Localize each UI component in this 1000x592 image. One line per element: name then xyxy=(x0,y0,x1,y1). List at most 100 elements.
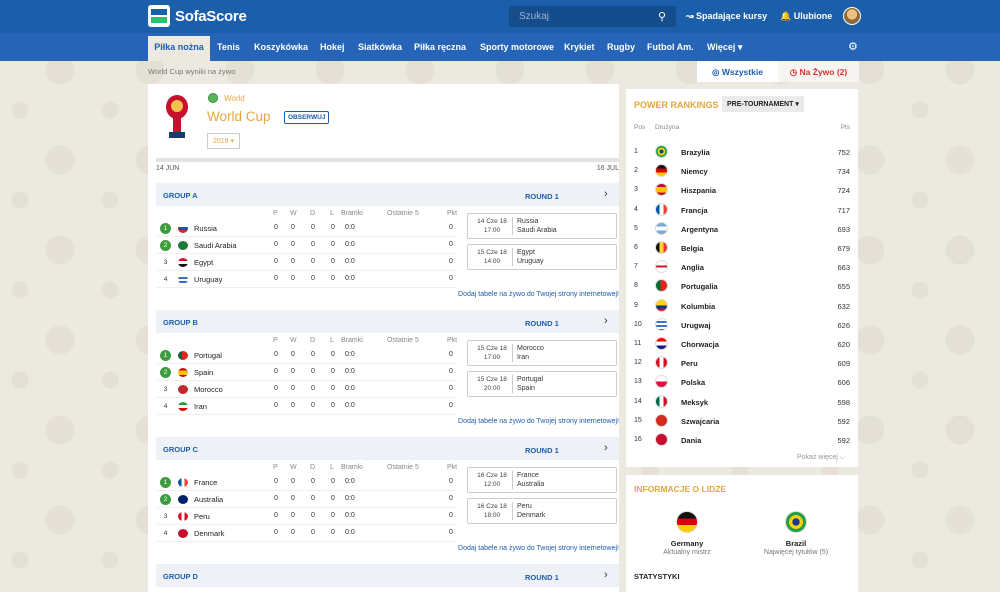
search-icon[interactable]: ⚲ xyxy=(658,10,666,23)
category-link[interactable]: World xyxy=(208,93,245,103)
ranking-row[interactable]: 1 Brazylia 752 xyxy=(626,142,858,161)
nav-krykiet[interactable]: Krykiet xyxy=(564,42,595,52)
draws: 0 xyxy=(311,512,315,519)
team-name[interactable]: Morocco xyxy=(194,385,223,394)
team-name[interactable]: Australia xyxy=(194,495,223,504)
table-row[interactable]: 2 Australia 0 0 0 0 0:0 0 xyxy=(156,491,456,508)
group-header[interactable]: GROUP D ROUND 1 › xyxy=(156,564,619,587)
team-flag-icon xyxy=(178,402,188,411)
show-more-link[interactable]: Pokaż więcej ⌵ xyxy=(797,454,845,462)
wins: 0 xyxy=(291,478,295,485)
chevron-right-icon[interactable]: › xyxy=(604,442,608,454)
round-label[interactable]: ROUND 1 xyxy=(525,192,559,201)
team-name[interactable]: France xyxy=(194,478,217,487)
match-card[interactable]: 15 Cze 18 20:00 Portugal Spain xyxy=(467,371,617,397)
team-flag-icon xyxy=(178,368,188,377)
ranking-row[interactable]: 5 Argentyna 693 xyxy=(626,219,858,238)
nav-hokej[interactable]: Hokej xyxy=(320,42,345,52)
group-header[interactable]: GROUP A ROUND 1 › xyxy=(156,183,619,206)
chevron-right-icon[interactable]: › xyxy=(604,315,608,327)
team-name[interactable]: Portugal xyxy=(194,351,222,360)
ranking-row[interactable]: 14 Meksyk 598 xyxy=(626,392,858,411)
search-input[interactable]: Szukaj ⚲ xyxy=(509,6,676,27)
nav-tenis[interactable]: Tenis xyxy=(217,42,240,52)
ranking-row[interactable]: 16 Dania 592 xyxy=(626,430,858,449)
nav-rugby[interactable]: Rugby xyxy=(607,42,635,52)
nav-siatkowka[interactable]: Siatkówka xyxy=(358,42,402,52)
ranking-row[interactable]: 10 Urugwaj 626 xyxy=(626,315,858,334)
season-select[interactable]: 2018 ▾ xyxy=(207,133,241,149)
embed-table-link[interactable]: Dodaj tabele na żywo do Twojej strony in… xyxy=(458,291,619,298)
ranking-row[interactable]: 12 Peru 609 xyxy=(626,353,858,372)
follow-button[interactable]: OBSERWUJ xyxy=(284,111,330,124)
rank-position: 10 xyxy=(634,320,642,328)
nav-koszykowka[interactable]: Koszykówka xyxy=(254,42,308,52)
table-row[interactable]: 1 Russia 0 0 0 0 0:0 0 xyxy=(156,220,456,237)
ranking-row[interactable]: 7 Anglia 663 xyxy=(626,257,858,276)
tab-live[interactable]: ◷ Na Żywo (2) xyxy=(778,61,859,82)
table-row[interactable]: 3 Morocco 0 0 0 0 0:0 0 xyxy=(156,381,456,398)
table-row[interactable]: 2 Spain 0 0 0 0 0:0 0 xyxy=(156,364,456,381)
team-name[interactable]: Denmark xyxy=(194,529,224,538)
team-name[interactable]: Spain xyxy=(194,368,213,377)
nav-pilka-nozna[interactable]: Piłka nożna xyxy=(148,36,210,61)
team-flag-icon xyxy=(178,495,188,504)
table-row[interactable]: 3 Peru 0 0 0 0 0:0 0 xyxy=(156,508,456,525)
avatar[interactable] xyxy=(843,7,861,25)
nav-sporty-motorowe[interactable]: Sporty motorowe xyxy=(480,42,554,52)
nav-pilka-reczna[interactable]: Piłka ręczna xyxy=(414,42,466,52)
match-time: 18:00 xyxy=(483,512,501,519)
draws: 0 xyxy=(311,495,315,502)
ranking-row[interactable]: 13 Polska 606 xyxy=(626,372,858,391)
match-card[interactable]: 15 Cze 18 14:00 Egypt Uruguay xyxy=(467,244,617,270)
team-name[interactable]: Saudi Arabia xyxy=(194,241,237,250)
table-row[interactable]: 2 Saudi Arabia 0 0 0 0 0:0 0 xyxy=(156,237,456,254)
most-titles-label: Najwięcej tytułów (5) xyxy=(763,549,829,556)
table-row[interactable]: 4 Denmark 0 0 0 0 0:0 0 xyxy=(156,525,456,542)
ranking-row[interactable]: 6 Belgia 679 xyxy=(626,238,858,257)
ranking-row[interactable]: 2 Niemcy 734 xyxy=(626,161,858,180)
round-label[interactable]: ROUND 1 xyxy=(525,319,559,328)
embed-table-link[interactable]: Dodaj tabele na żywo do Twojej strony in… xyxy=(458,545,619,552)
chevron-right-icon[interactable]: › xyxy=(604,188,608,200)
embed-table-link[interactable]: Dodaj tabele na żywo do Twojej strony in… xyxy=(458,418,619,425)
favorites-link[interactable]: 🔔 Ulubione xyxy=(780,11,832,22)
tab-all[interactable]: ◎ Wszystkie xyxy=(697,61,778,82)
nav-wiecej[interactable]: Więcej ▾ xyxy=(707,42,742,53)
ranking-row[interactable]: 9 Kolumbia 632 xyxy=(626,296,858,315)
logo[interactable]: SofaScore xyxy=(148,5,247,27)
team-name[interactable]: Russia xyxy=(194,224,217,233)
match-card[interactable]: 16 Cze 18 18:00 Peru Denmark xyxy=(467,498,617,524)
team-name[interactable]: Peru xyxy=(194,512,210,521)
ranking-row[interactable]: 8 Portugalia 655 xyxy=(626,276,858,295)
team-name[interactable]: Egypt xyxy=(194,258,213,267)
table-row[interactable]: 3 Egypt 0 0 0 0 0:0 0 xyxy=(156,254,456,271)
chevron-right-icon[interactable]: › xyxy=(604,569,608,581)
team-name[interactable]: Iran xyxy=(194,402,207,411)
match-card[interactable]: 16 Cze 18 12:00 France Australia xyxy=(467,467,617,493)
group-header[interactable]: GROUP C ROUND 1 › xyxy=(156,437,619,460)
table-row[interactable]: 1 Portugal 0 0 0 0 0:0 0 xyxy=(156,347,456,364)
round-label[interactable]: ROUND 1 xyxy=(525,573,559,582)
ranking-row[interactable]: 3 Hiszpania 724 xyxy=(626,180,858,199)
rankings-mode-select[interactable]: PRE-TOURNAMENT ▾ xyxy=(722,96,804,112)
table-row[interactable]: 4 Iran 0 0 0 0 0:0 0 xyxy=(156,398,456,415)
losses: 0 xyxy=(331,351,335,358)
ranking-row[interactable]: 4 Francja 717 xyxy=(626,200,858,219)
match-card[interactable]: 15 Cze 18 17:00 Morocco Iran xyxy=(467,340,617,366)
match-teams: Portugal Spain xyxy=(512,375,543,393)
team-name[interactable]: Uruguay xyxy=(194,275,222,284)
rank-position: 16 xyxy=(634,436,642,443)
gear-icon[interactable]: ⚙ xyxy=(848,40,858,53)
round-label[interactable]: ROUND 1 xyxy=(525,446,559,455)
ranking-row[interactable]: 15 Szwajcaria 592 xyxy=(626,411,858,430)
group-header[interactable]: GROUP B ROUND 1 › xyxy=(156,310,619,333)
rank-points: 693 xyxy=(837,224,850,234)
nav-futbol-am[interactable]: Futbol Am. xyxy=(647,42,694,52)
table-row[interactable]: 4 Uruguay 0 0 0 0 0:0 0 xyxy=(156,271,456,288)
table-row[interactable]: 1 France 0 0 0 0 0:0 0 xyxy=(156,474,456,491)
ranking-row[interactable]: 11 Chorwacja 620 xyxy=(626,334,858,353)
trending-odds-link[interactable]: ↝ Spadające kursy xyxy=(686,11,767,22)
match-card[interactable]: 14 Cze 18 17:00 Russia Saudi Arabia xyxy=(467,213,617,239)
wins: 0 xyxy=(291,385,295,392)
